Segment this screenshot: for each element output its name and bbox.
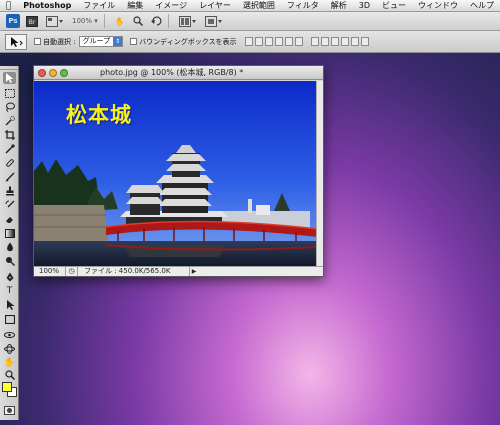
distribute-left-icon[interactable]: [340, 37, 349, 46]
eraser-tool-icon[interactable]: [3, 213, 16, 225]
align-top-icon[interactable]: [244, 37, 253, 46]
distribute-hcenter-icon[interactable]: [350, 37, 359, 46]
menu-photoshop[interactable]: Photoshop: [17, 0, 77, 11]
close-button[interactable]: [38, 68, 46, 77]
auto-select-checkbox[interactable]: 自動選択 :: [34, 37, 76, 47]
align-buttons-group: [244, 37, 369, 46]
image-canvas[interactable]: 松本城: [34, 81, 318, 267]
view-extras-button[interactable]: [44, 15, 66, 28]
menu-select[interactable]: 選択範囲: [237, 0, 281, 11]
lasso-tool-icon[interactable]: [3, 101, 16, 113]
menu-filter[interactable]: フィルタ: [281, 0, 325, 11]
divider: [167, 14, 169, 28]
menu-image[interactable]: イメージ: [149, 0, 193, 11]
document-window: photo.jpg @ 100% (松本城, RGB/8) * 松本城 100%…: [33, 65, 324, 277]
show-bounding-box-checkbox[interactable]: バウンディングボックスを表示: [130, 37, 237, 47]
arrange-documents-button[interactable]: [177, 15, 199, 28]
brush-tool-icon[interactable]: [3, 171, 16, 183]
svg-text:Br: Br: [29, 19, 36, 26]
move-tool-icon[interactable]: [3, 72, 16, 84]
auto-select-label: 自動選択 :: [43, 37, 76, 46]
menu-3d[interactable]: 3D: [353, 0, 376, 11]
distribute-vcenter-icon[interactable]: [320, 37, 329, 46]
hand-tool-icon[interactable]: ✋: [113, 15, 127, 28]
3d-orbit-tool-icon[interactable]: [3, 343, 16, 355]
document-status-bar: 100% ◷ ファイル : 450.0K/565.0K ▶: [34, 266, 323, 276]
vertical-scrollbar[interactable]: [316, 81, 323, 267]
move-tool-preset-icon[interactable]: [5, 33, 27, 50]
zoom-tool-icon[interactable]: [131, 15, 145, 28]
align-bottom-icon[interactable]: [264, 37, 273, 46]
quick-selection-tool-icon[interactable]: [3, 115, 16, 127]
zoom-level-value: 100%: [72, 17, 93, 25]
document-title-bar[interactable]: photo.jpg @ 100% (松本城, RGB/8) *: [34, 66, 323, 80]
align-right-icon[interactable]: [294, 37, 303, 46]
eyedropper-tool-icon[interactable]: [3, 143, 16, 155]
status-menu-arrow-icon[interactable]: ▶: [190, 268, 198, 275]
3d-rotate-tool-icon[interactable]: [3, 329, 16, 341]
quick-mask-icon[interactable]: [4, 406, 15, 415]
distribute-right-icon[interactable]: [360, 37, 369, 46]
hand-tool-icon[interactable]: ✋: [3, 357, 16, 369]
menu-view[interactable]: ビュー: [376, 0, 412, 11]
menu-analysis[interactable]: 解析: [325, 0, 353, 11]
align-hcenter-icon[interactable]: [284, 37, 293, 46]
zoom-button[interactable]: [60, 68, 68, 77]
marquee-tool-icon[interactable]: [3, 87, 16, 99]
application-bar: Ps Br 100% ▾ ✋: [0, 12, 500, 31]
chevron-updown-icon: ⇕: [113, 37, 123, 46]
path-selection-tool-icon[interactable]: [3, 299, 16, 311]
info-icon[interactable]: ◷: [66, 267, 78, 276]
tools-panel: T ✋: [0, 66, 19, 420]
menu-file[interactable]: ファイル: [77, 0, 121, 11]
screen-mode-button[interactable]: [203, 15, 225, 28]
healing-brush-tool-icon[interactable]: [3, 157, 16, 169]
zoom-level-select[interactable]: 100% ▾: [70, 15, 100, 28]
show-bounding-box-label: バウンディングボックスを表示: [139, 37, 237, 46]
status-zoom-field[interactable]: 100%: [34, 267, 66, 276]
clone-stamp-tool-icon[interactable]: [3, 185, 16, 197]
divider: [103, 14, 105, 28]
auto-select-dropdown[interactable]: グループ ⇕: [78, 36, 124, 47]
bridge-icon[interactable]: Br: [24, 15, 40, 28]
blur-tool-icon[interactable]: [3, 241, 16, 253]
checkbox-box[interactable]: [34, 38, 41, 45]
file-size-info: ファイル : 450.0K/565.0K: [78, 267, 190, 276]
zoom-tool-icon[interactable]: [3, 369, 16, 381]
pen-tool-icon[interactable]: [3, 271, 16, 283]
foreground-color-swatch[interactable]: [2, 382, 12, 392]
type-tool-icon[interactable]: T: [3, 285, 16, 297]
minimize-button[interactable]: [49, 68, 57, 77]
align-vcenter-icon[interactable]: [254, 37, 263, 46]
document-title: photo.jpg @ 100% (松本城, RGB/8) *: [100, 68, 244, 77]
crop-tool-icon[interactable]: [3, 129, 16, 141]
auto-select-value: グループ: [82, 37, 111, 45]
align-left-icon[interactable]: [274, 37, 283, 46]
rectangle-tool-icon[interactable]: [3, 313, 16, 325]
checkbox-box[interactable]: [130, 38, 138, 45]
panel-grip[interactable]: [0, 66, 18, 70]
chevron-down-icon: ▾: [94, 17, 98, 25]
window-controls: [38, 68, 68, 77]
history-brush-tool-icon[interactable]: [3, 199, 16, 211]
menu-help[interactable]: ヘルプ: [464, 0, 500, 11]
menu-bar:  Photoshop ファイル 編集 イメージ レイヤー 選択範囲 フィルタ …: [0, 0, 500, 12]
rotate-view-icon[interactable]: [149, 15, 164, 28]
apple-icon[interactable]: : [0, 1, 17, 11]
dodge-tool-icon[interactable]: [3, 255, 16, 267]
options-bar: 自動選択 : グループ ⇕ バウンディングボックスを表示: [0, 31, 500, 53]
distribute-top-icon[interactable]: [310, 37, 319, 46]
menu-edit[interactable]: 編集: [121, 0, 149, 11]
menu-window[interactable]: ウィンドウ: [412, 0, 464, 11]
distribute-bottom-icon[interactable]: [330, 37, 339, 46]
photoshop-logo: Ps: [6, 14, 20, 28]
menu-layer[interactable]: レイヤー: [193, 0, 237, 11]
gradient-tool-icon[interactable]: [3, 227, 16, 239]
photo-caption-text: 松本城: [66, 102, 132, 127]
